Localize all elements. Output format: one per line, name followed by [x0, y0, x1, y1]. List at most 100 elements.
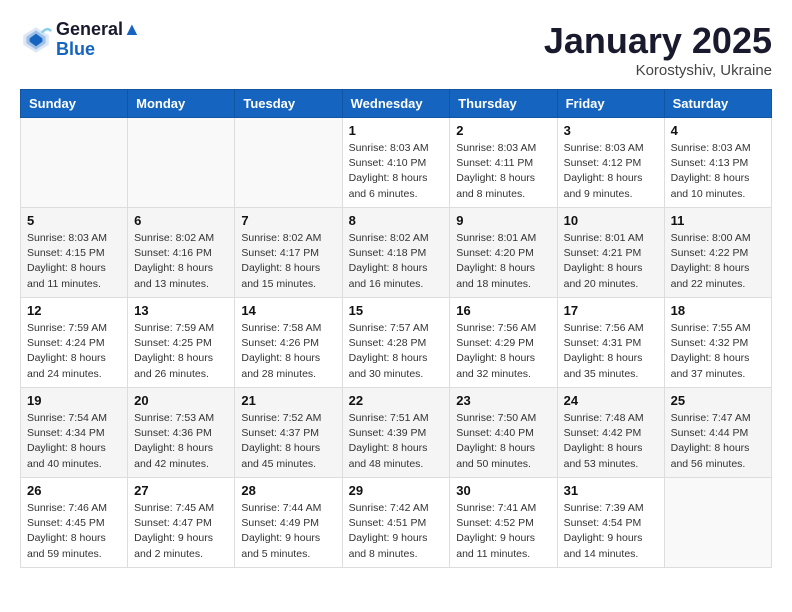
day-detail: Sunrise: 7:55 AM Sunset: 4:32 PM Dayligh…: [671, 321, 765, 382]
day-cell: 13 Sunrise: 7:59 AM Sunset: 4:25 PM Dayli…: [128, 298, 235, 388]
day-number: 17: [564, 303, 658, 318]
day-detail: Sunrise: 8:01 AM Sunset: 4:20 PM Dayligh…: [456, 231, 550, 292]
day-cell: 17 Sunrise: 7:56 AM Sunset: 4:31 PM Dayli…: [557, 298, 664, 388]
day-cell: 7Sunrise: 8:02 AM Sunset: 4:17 PM Daylig…: [235, 208, 342, 298]
day-cell: 14 Sunrise: 7:58 AM Sunset: 4:26 PM Dayli…: [235, 298, 342, 388]
day-cell: 1Sunrise: 8:03 AM Sunset: 4:10 PM Daylig…: [342, 118, 450, 208]
title-block: January 2025 Korostyshiv, Ukraine: [544, 20, 772, 79]
day-cell: 9 Sunrise: 8:01 AM Sunset: 4:20 PM Daylig…: [450, 208, 557, 298]
day-cell: 22 Sunrise: 7:51 AM Sunset: 4:39 PM Dayli…: [342, 388, 450, 478]
day-cell: 21 Sunrise: 7:52 AM Sunset: 4:37 PM Dayli…: [235, 388, 342, 478]
day-number: 30: [456, 483, 550, 498]
day-detail: Sunrise: 7:47 AM Sunset: 4:44 PM Dayligh…: [671, 411, 765, 472]
location: Korostyshiv, Ukraine: [544, 62, 772, 79]
day-cell: [128, 118, 235, 208]
day-detail: Sunrise: 7:39 AM Sunset: 4:54 PM Dayligh…: [564, 501, 658, 562]
day-detail: Sunrise: 7:50 AM Sunset: 4:40 PM Dayligh…: [456, 411, 550, 472]
day-detail: Sunrise: 7:56 AM Sunset: 4:29 PM Dayligh…: [456, 321, 550, 382]
day-cell: 23Sunrise: 7:50 AM Sunset: 4:40 PM Dayli…: [450, 388, 557, 478]
day-cell: 18 Sunrise: 7:55 AM Sunset: 4:32 PM Dayli…: [664, 298, 771, 388]
day-number: 25: [671, 393, 765, 408]
day-number: 19: [27, 393, 121, 408]
day-cell: 24 Sunrise: 7:48 AM Sunset: 4:42 PM Dayli…: [557, 388, 664, 478]
day-detail: Sunrise: 7:51 AM Sunset: 4:39 PM Dayligh…: [349, 411, 444, 472]
day-cell: 10 Sunrise: 8:01 AM Sunset: 4:21 PM Dayli…: [557, 208, 664, 298]
day-detail: Sunrise: 7:59 AM Sunset: 4:24 PM Dayligh…: [27, 321, 121, 382]
day-cell: 11 Sunrise: 8:00 AM Sunset: 4:22 PM Dayli…: [664, 208, 771, 298]
day-detail: Sunrise: 8:02 AM Sunset: 4:16 PM Dayligh…: [134, 231, 228, 292]
day-detail: Sunrise: 7:54 AM Sunset: 4:34 PM Dayligh…: [27, 411, 121, 472]
day-number: 24: [564, 393, 658, 408]
day-cell: 31 Sunrise: 7:39 AM Sunset: 4:54 PM Dayli…: [557, 478, 664, 568]
day-cell: 16 Sunrise: 7:56 AM Sunset: 4:29 PM Dayli…: [450, 298, 557, 388]
day-detail: Sunrise: 8:01 AM Sunset: 4:21 PM Dayligh…: [564, 231, 658, 292]
week-row-5: 26Sunrise: 7:46 AM Sunset: 4:45 PM Dayli…: [21, 478, 772, 568]
day-number: 5: [27, 213, 121, 228]
day-cell: 4Sunrise: 8:03 AM Sunset: 4:13 PM Daylig…: [664, 118, 771, 208]
day-number: 14: [241, 303, 335, 318]
page-header: General▲ Blue January 2025 Korostyshiv, …: [20, 20, 772, 79]
col-header-thursday: Thursday: [450, 90, 557, 118]
day-cell: 5Sunrise: 8:03 AM Sunset: 4:15 PM Daylig…: [21, 208, 128, 298]
logo: General▲ Blue: [20, 20, 141, 60]
day-cell: [21, 118, 128, 208]
day-cell: 28Sunrise: 7:44 AM Sunset: 4:49 PM Dayli…: [235, 478, 342, 568]
day-number: 12: [27, 303, 121, 318]
day-cell: 25 Sunrise: 7:47 AM Sunset: 4:44 PM Dayli…: [664, 388, 771, 478]
day-detail: Sunrise: 7:45 AM Sunset: 4:47 PM Dayligh…: [134, 501, 228, 562]
col-header-wednesday: Wednesday: [342, 90, 450, 118]
day-cell: [235, 118, 342, 208]
day-number: 4: [671, 123, 765, 138]
day-cell: 8 Sunrise: 8:02 AM Sunset: 4:18 PM Daylig…: [342, 208, 450, 298]
col-header-monday: Monday: [128, 90, 235, 118]
col-header-saturday: Saturday: [664, 90, 771, 118]
day-number: 8: [349, 213, 444, 228]
day-cell: 19 Sunrise: 7:54 AM Sunset: 4:34 PM Dayli…: [21, 388, 128, 478]
week-row-2: 5Sunrise: 8:03 AM Sunset: 4:15 PM Daylig…: [21, 208, 772, 298]
day-cell: 6 Sunrise: 8:02 AM Sunset: 4:16 PM Daylig…: [128, 208, 235, 298]
day-number: 28: [241, 483, 335, 498]
day-detail: Sunrise: 8:02 AM Sunset: 4:17 PM Dayligh…: [241, 231, 335, 292]
day-number: 31: [564, 483, 658, 498]
day-detail: Sunrise: 7:52 AM Sunset: 4:37 PM Dayligh…: [241, 411, 335, 472]
day-number: 15: [349, 303, 444, 318]
day-number: 21: [241, 393, 335, 408]
day-cell: 29 Sunrise: 7:42 AM Sunset: 4:51 PM Dayli…: [342, 478, 450, 568]
calendar: SundayMondayTuesdayWednesdayThursdayFrid…: [20, 89, 772, 568]
col-header-sunday: Sunday: [21, 90, 128, 118]
day-detail: Sunrise: 7:41 AM Sunset: 4:52 PM Dayligh…: [456, 501, 550, 562]
day-detail: Sunrise: 7:56 AM Sunset: 4:31 PM Dayligh…: [564, 321, 658, 382]
day-number: 11: [671, 213, 765, 228]
day-cell: 12 Sunrise: 7:59 AM Sunset: 4:24 PM Dayli…: [21, 298, 128, 388]
day-cell: 20Sunrise: 7:53 AM Sunset: 4:36 PM Dayli…: [128, 388, 235, 478]
day-cell: 30 Sunrise: 7:41 AM Sunset: 4:52 PM Dayli…: [450, 478, 557, 568]
week-row-4: 19 Sunrise: 7:54 AM Sunset: 4:34 PM Dayli…: [21, 388, 772, 478]
day-number: 6: [134, 213, 228, 228]
week-row-1: 1Sunrise: 8:03 AM Sunset: 4:10 PM Daylig…: [21, 118, 772, 208]
day-number: 13: [134, 303, 228, 318]
day-number: 16: [456, 303, 550, 318]
day-number: 29: [349, 483, 444, 498]
day-detail: Sunrise: 7:48 AM Sunset: 4:42 PM Dayligh…: [564, 411, 658, 472]
day-cell: 3Sunrise: 8:03 AM Sunset: 4:12 PM Daylig…: [557, 118, 664, 208]
day-detail: Sunrise: 8:00 AM Sunset: 4:22 PM Dayligh…: [671, 231, 765, 292]
col-header-tuesday: Tuesday: [235, 90, 342, 118]
month-title: January 2025: [544, 20, 772, 62]
logo-icon: [20, 24, 52, 56]
day-detail: Sunrise: 7:58 AM Sunset: 4:26 PM Dayligh…: [241, 321, 335, 382]
day-cell: [664, 478, 771, 568]
logo-text: General▲ Blue: [56, 20, 141, 60]
day-cell: 27 Sunrise: 7:45 AM Sunset: 4:47 PM Dayli…: [128, 478, 235, 568]
day-number: 20: [134, 393, 228, 408]
day-number: 22: [349, 393, 444, 408]
week-row-3: 12 Sunrise: 7:59 AM Sunset: 4:24 PM Dayli…: [21, 298, 772, 388]
day-number: 18: [671, 303, 765, 318]
col-header-friday: Friday: [557, 90, 664, 118]
day-detail: Sunrise: 7:42 AM Sunset: 4:51 PM Dayligh…: [349, 501, 444, 562]
calendar-header-row: SundayMondayTuesdayWednesdayThursdayFrid…: [21, 90, 772, 118]
day-number: 9: [456, 213, 550, 228]
day-number: 10: [564, 213, 658, 228]
day-detail: Sunrise: 7:59 AM Sunset: 4:25 PM Dayligh…: [134, 321, 228, 382]
day-number: 27: [134, 483, 228, 498]
day-detail: Sunrise: 8:02 AM Sunset: 4:18 PM Dayligh…: [349, 231, 444, 292]
